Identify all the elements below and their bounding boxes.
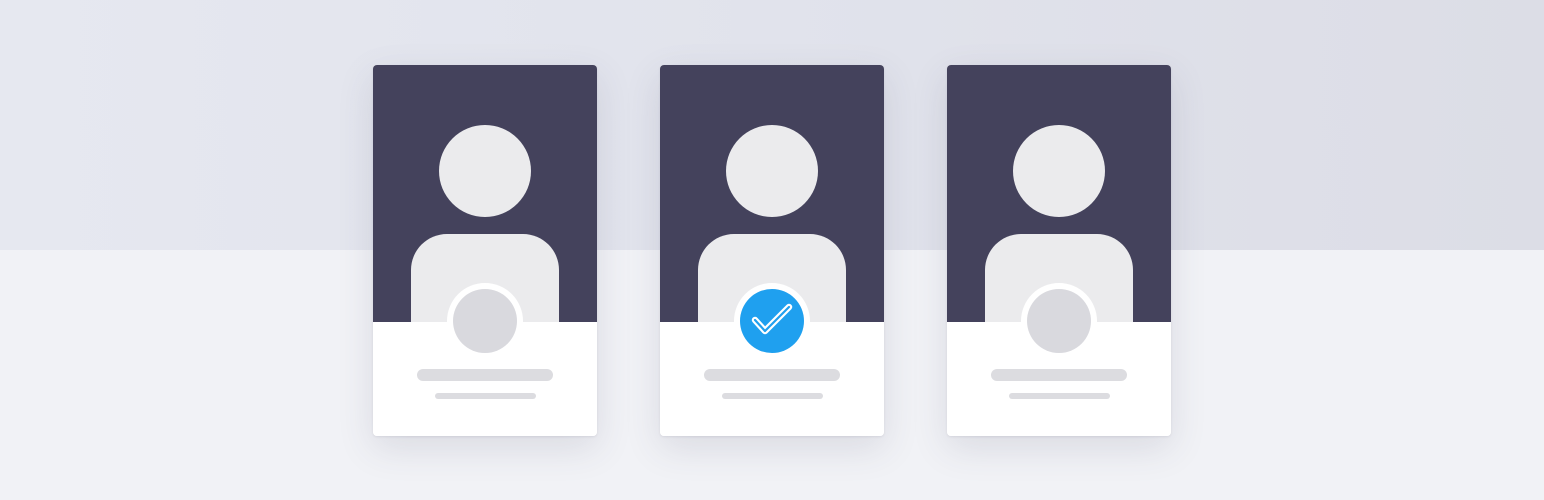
avatar-head-icon [1013,125,1105,217]
profile-card-1[interactable] [373,65,597,436]
selection-badge[interactable] [1021,283,1097,359]
avatar-head-icon [726,125,818,217]
avatar-head-icon [439,125,531,217]
subtitle-placeholder-line [435,393,536,399]
name-placeholder-line [991,369,1127,381]
empty-circle-icon [1027,289,1091,353]
name-placeholder-line [704,369,840,381]
profile-selection-illustration [0,0,1544,500]
subtitle-placeholder-line [722,393,823,399]
empty-circle-icon [453,289,517,353]
selection-badge[interactable] [734,283,810,359]
name-placeholder-line [417,369,553,381]
checkmark-badge [740,289,804,353]
profile-card-3[interactable] [947,65,1171,436]
profile-card-2[interactable] [660,65,884,436]
checkmark-icon [751,303,793,335]
subtitle-placeholder-line [1009,393,1110,399]
selection-badge[interactable] [447,283,523,359]
